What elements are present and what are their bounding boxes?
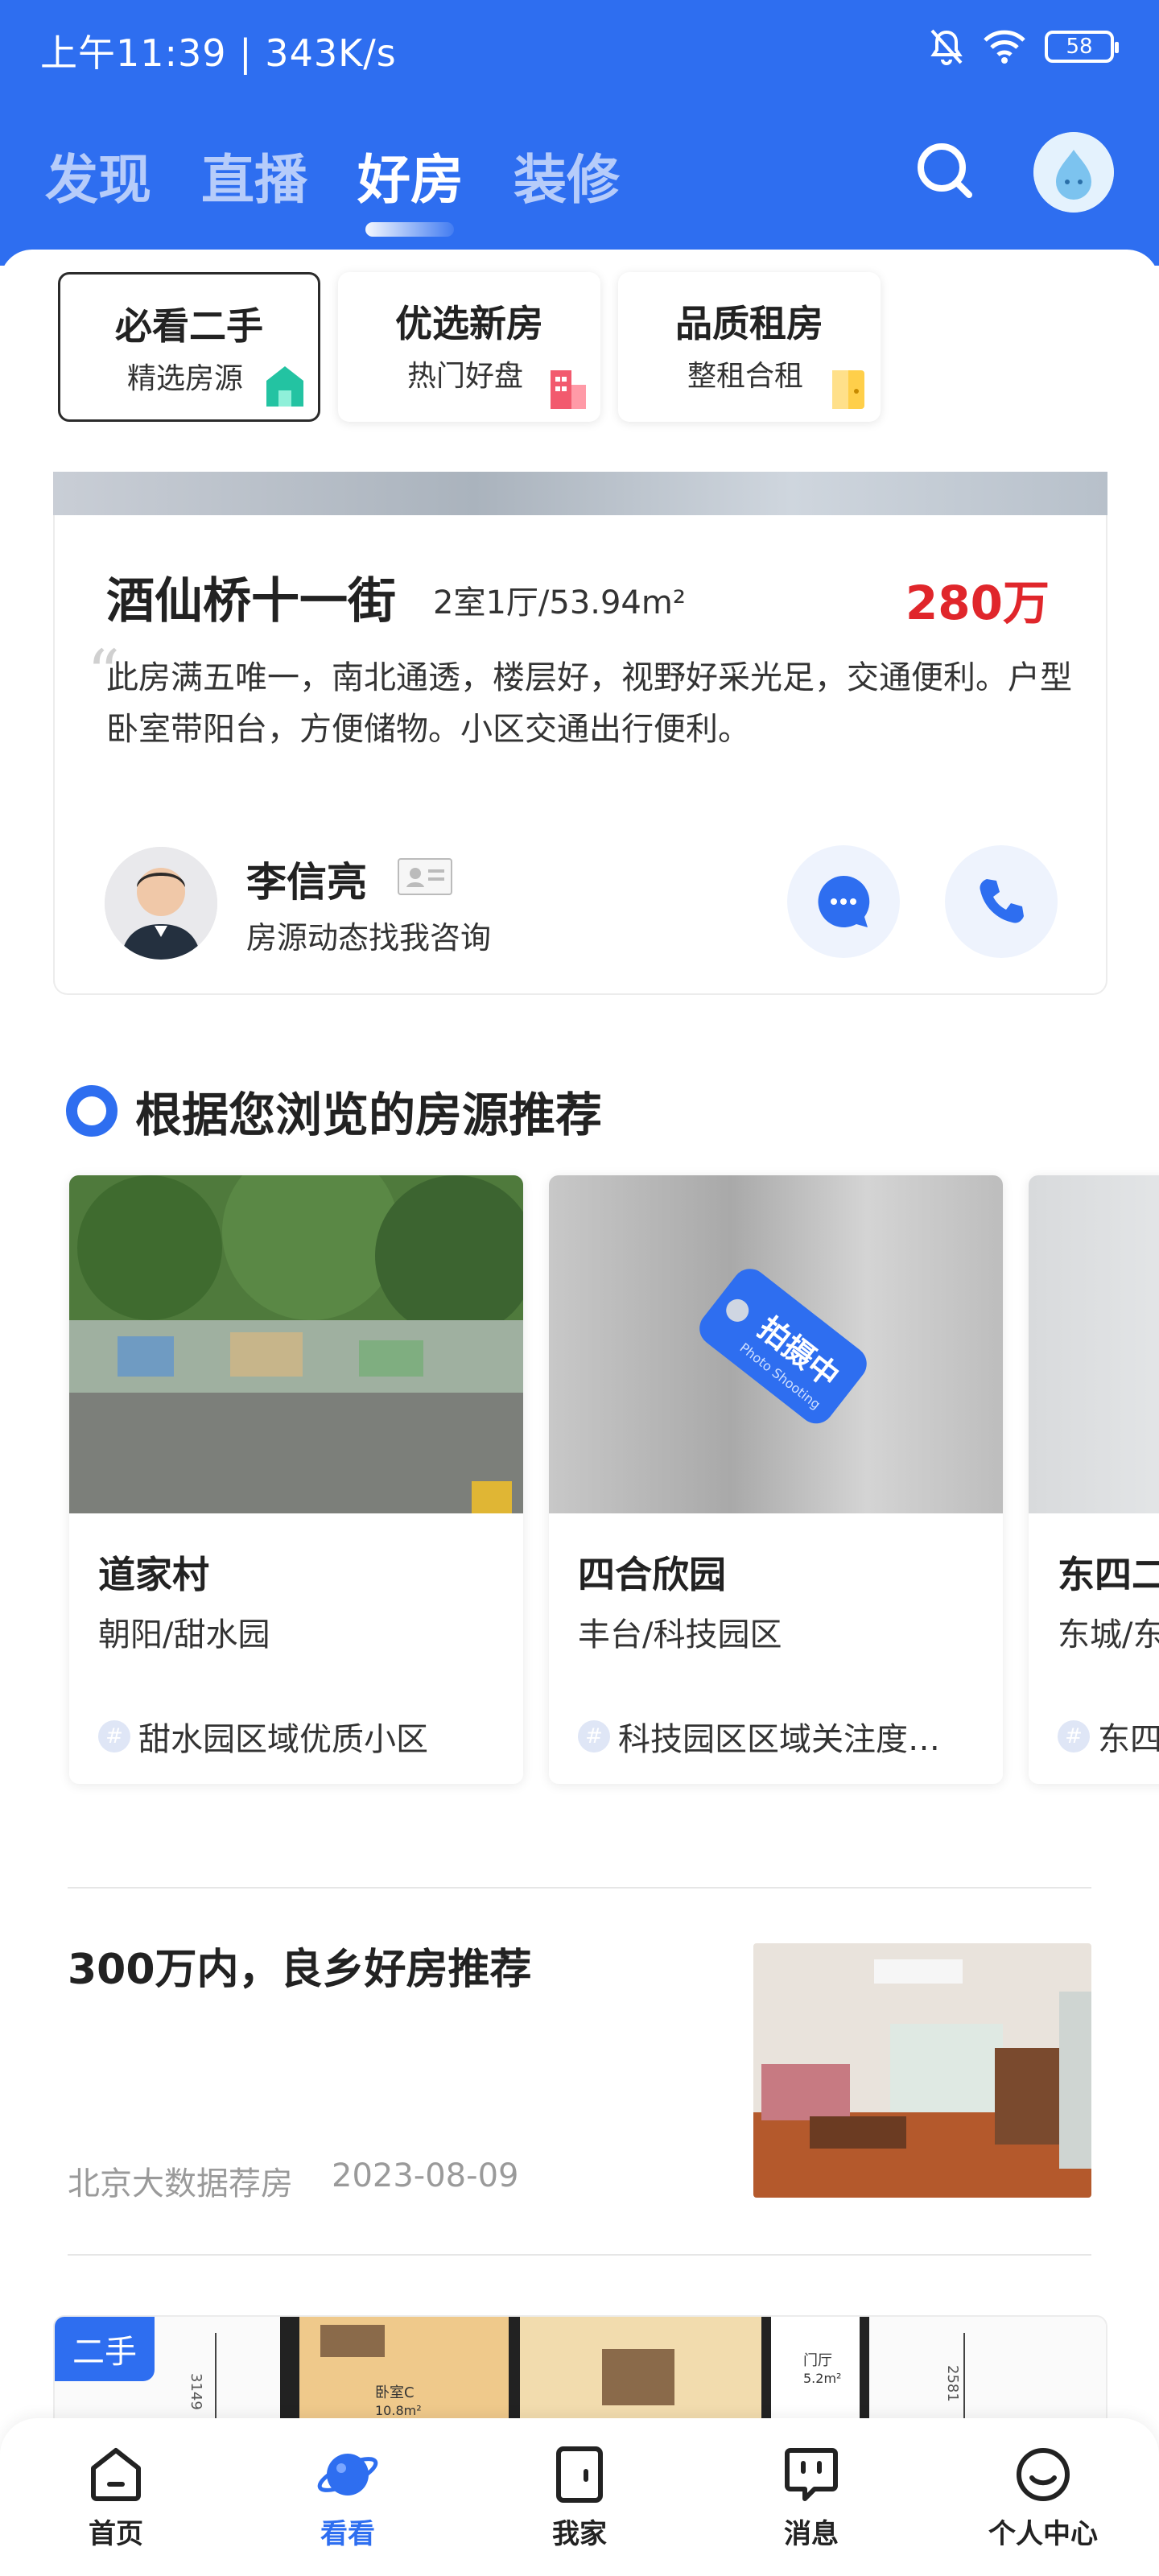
status-bar: 上午11:39 | 343K/s 58 — [0, 0, 1159, 97]
recommend-name: 四合欣园 — [578, 1553, 726, 1596]
top-tabs: 发现 直播 好房 装修 — [45, 137, 620, 237]
status-time: 上午11:39 | 343K/s — [40, 31, 397, 75]
smile-icon — [1017, 2448, 1070, 2501]
agent-name: 李信亮 — [246, 859, 367, 906]
hash-icon: # — [1058, 1720, 1090, 1752]
header: 上午11:39 | 343K/s 58 发现 直播 好房 装修 — [0, 0, 1159, 266]
article-title[interactable]: 300万内，良乡好房推荐 — [68, 1935, 532, 1996]
listing-price: 280万 — [905, 576, 1050, 630]
article-source: 北京大数据荐房 — [68, 2165, 293, 2202]
chat-button[interactable] — [787, 845, 900, 958]
agent-avatar[interactable] — [105, 847, 217, 960]
recommend-name: 东四二 — [1058, 1553, 1159, 1596]
recommend-photo — [69, 1175, 523, 1513]
search-icon[interactable] — [911, 135, 979, 203]
nav-label: 个人中心 — [988, 2518, 1098, 2550]
chat-bubble-icon — [818, 875, 870, 927]
tab-underline — [365, 222, 454, 237]
message-icon — [785, 2448, 838, 2501]
nav-label: 首页 — [89, 2518, 143, 2550]
bottom-nav: 首页 看看 我家 消息 个人中心 — [0, 2418, 1159, 2576]
phone-icon — [980, 879, 1024, 923]
recommend-tag-text: 科技园区区域关注度… — [618, 1721, 940, 1758]
id-card-icon — [398, 858, 452, 895]
ring-icon — [66, 1085, 118, 1137]
floorplan-room-label: 卧室C — [375, 2384, 415, 2401]
planet-icon — [317, 2454, 378, 2496]
recommend-tag-text: 东四 — [1098, 1721, 1159, 1758]
tab-good-house-label: 好房 — [357, 149, 464, 211]
tab-good-house[interactable]: 好房 — [357, 137, 464, 237]
red-building-icon — [551, 370, 586, 409]
battery-icon: 58 — [1045, 31, 1119, 63]
door-icon — [556, 2446, 603, 2503]
quick-entry-new-house[interactable]: 优选新房 热门好盘 — [338, 272, 600, 422]
article-thumbnail[interactable] — [753, 1943, 1091, 2198]
mute-bell-icon — [930, 29, 963, 65]
listing-layout: 2室1厅/53.94m² — [433, 584, 686, 621]
nav-my-home[interactable]: 我家 — [464, 2418, 695, 2576]
hash-icon: # — [98, 1720, 130, 1752]
nav-label: 消息 — [784, 2518, 839, 2550]
quick-entry-title: 优选新房 — [395, 302, 543, 345]
tab-decoration[interactable]: 装修 — [514, 137, 620, 214]
listing-card[interactable]: 酒仙桥十一街 2室1厅/53.94m² 280万 “ 此房满五唯一，南北通透，楼… — [53, 515, 1107, 995]
recommend-section-header: 根据您浏览的房源推荐 — [66, 1077, 602, 1145]
floorplan-hall-area: 5.2m² — [803, 2371, 841, 2386]
quick-entry-second-hand[interactable]: 必看二手 精选房源 — [58, 272, 320, 422]
recommend-title: 根据您浏览的房源推荐 — [135, 1088, 603, 1142]
recommend-photo: 拍摄中 Photo Shooting — [549, 1175, 1003, 1513]
nav-look[interactable]: 看看 — [232, 2418, 464, 2576]
listing-description: 此房满五唯一，南北通透，楼层好，视野好采光足，交通便利。户型卧室带阳台，方便储物… — [106, 659, 1072, 748]
second-hand-badge: 二手 — [55, 2317, 155, 2381]
quick-entry-title: 品质租房 — [675, 302, 823, 345]
recommend-photo — [1029, 1175, 1159, 1513]
recommend-card[interactable]: 拍摄中 Photo Shooting 四合欣园 丰台/科技园区 # 科技园区区域… — [549, 1175, 1003, 1784]
recommend-card[interactable]: 东四二 东城/东 # 东四 — [1029, 1175, 1159, 1784]
recommend-area: 朝阳/甜水园 — [98, 1616, 270, 1653]
yellow-door-icon — [832, 370, 864, 409]
quick-entry-row: 必看二手 精选房源 优选新房 热门好盘 品质租房 整租合租 — [58, 272, 881, 422]
divider — [68, 2254, 1091, 2256]
floorplan-dim-right: 2581 — [944, 2365, 961, 2402]
article-date: 2023-08-09 — [332, 2157, 519, 2194]
nav-home[interactable]: 首页 — [0, 2418, 232, 2576]
wifi-icon — [984, 30, 1025, 64]
quick-entry-rent[interactable]: 品质租房 整租合租 — [618, 272, 881, 422]
floorplan-room-area: 10.8m² — [375, 2403, 422, 2418]
green-house-icon — [266, 366, 303, 407]
agent-subtitle: 房源动态找我咨询 — [246, 920, 492, 956]
listing-name: 酒仙桥十一街 — [106, 573, 396, 630]
recommend-area: 东城/东 — [1058, 1616, 1159, 1653]
call-button[interactable] — [945, 845, 1058, 958]
quick-entry-title: 必看二手 — [115, 304, 263, 348]
recommend-area: 丰台/科技园区 — [578, 1616, 782, 1653]
tab-discover[interactable]: 发现 — [45, 137, 151, 214]
home-icon — [91, 2448, 141, 2501]
listing-photo[interactable] — [53, 472, 1107, 518]
hash-icon: # — [578, 1720, 610, 1752]
recommend-card[interactable]: 道家村 朝阳/甜水园 # 甜水园区域优质小区 — [69, 1175, 523, 1784]
recommend-tag: # 东四 — [1058, 1713, 1159, 1760]
status-icons: 58 — [929, 27, 1119, 66]
recommend-tag: # 科技园区区域关注度… — [578, 1713, 940, 1760]
recommend-name: 道家村 — [98, 1553, 209, 1596]
agent-photo-icon — [105, 847, 217, 960]
battery-level: 58 — [1066, 35, 1093, 59]
recommend-tag: # 甜水园区域优质小区 — [98, 1713, 428, 1760]
floorplan-hall-label: 门厅 — [803, 2352, 832, 2369]
nav-label: 我家 — [552, 2518, 607, 2550]
nav-label: 看看 — [320, 2518, 375, 2550]
water-drop-avatar-icon — [1033, 132, 1114, 213]
tab-live[interactable]: 直播 — [201, 137, 307, 214]
nav-profile[interactable]: 个人中心 — [927, 2418, 1159, 2576]
nav-messages[interactable]: 消息 — [695, 2418, 927, 2576]
user-avatar[interactable] — [1033, 132, 1114, 213]
content-panel: 必看二手 精选房源 优选新房 热门好盘 品质租房 整租合租 酒仙桥十一街 2室1… — [0, 250, 1159, 2576]
floorplan-dim-left: 3149 — [188, 2373, 204, 2410]
recommend-tag-text: 甜水园区域优质小区 — [138, 1721, 428, 1758]
divider — [68, 1887, 1091, 1889]
